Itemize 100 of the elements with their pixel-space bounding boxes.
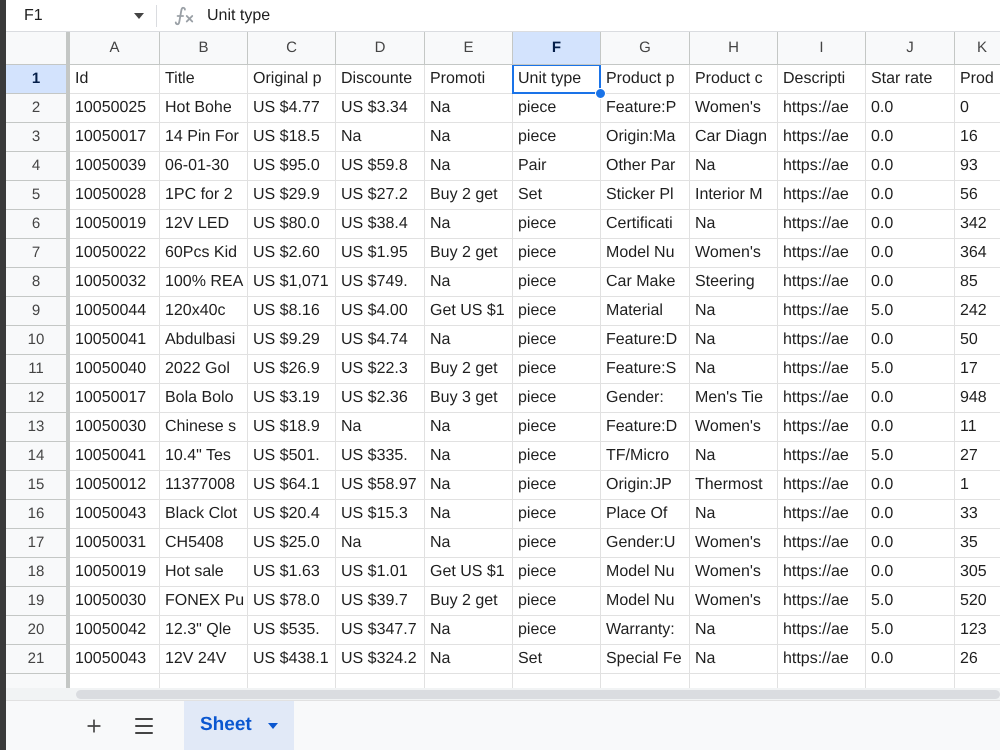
- column-header[interactable]: F: [513, 32, 601, 65]
- table-cell[interactable]: 10050043: [70, 645, 159, 673]
- table-cell[interactable]: Na: [690, 645, 777, 673]
- table-cell[interactable]: https://ae: [778, 123, 865, 151]
- table-cell[interactable]: https://ae: [778, 587, 865, 615]
- table-cell[interactable]: 35: [955, 529, 1000, 557]
- table-cell[interactable]: US $3.34: [336, 94, 424, 122]
- table-cell[interactable]: Na: [425, 268, 512, 296]
- row-header[interactable]: 18: [6, 558, 70, 587]
- table-cell[interactable]: piece: [513, 94, 600, 122]
- row-header[interactable]: 16: [6, 500, 70, 529]
- table-cell[interactable]: 0: [955, 94, 1000, 122]
- table-cell[interactable]: Na: [690, 297, 777, 325]
- table-cell[interactable]: Model Nu: [601, 239, 689, 267]
- table-cell[interactable]: Interior M: [690, 181, 777, 209]
- table-cell[interactable]: 0.0: [866, 471, 954, 499]
- row-header[interactable]: 6: [6, 210, 70, 239]
- table-cell[interactable]: US $1,071: [248, 268, 335, 296]
- table-cell[interactable]: 0.0: [866, 181, 954, 209]
- table-cell[interactable]: https://ae: [778, 239, 865, 267]
- table-cell[interactable]: piece: [513, 413, 600, 441]
- row-header[interactable]: 1: [6, 65, 70, 94]
- row-header[interactable]: 10: [6, 326, 70, 355]
- table-cell[interactable]: Women's: [690, 413, 777, 441]
- table-cell[interactable]: 10050042: [70, 616, 159, 644]
- table-cell[interactable]: 10.4" Tes: [160, 442, 247, 470]
- table-cell[interactable]: Feature:D: [601, 326, 689, 354]
- table-cell[interactable]: 10050017: [70, 123, 159, 151]
- table-cell[interactable]: piece: [513, 442, 600, 470]
- table-cell[interactable]: US $22.3: [336, 355, 424, 383]
- row-header[interactable]: 21: [6, 645, 70, 674]
- table-cell[interactable]: piece: [513, 210, 600, 238]
- table-cell[interactable]: 85: [955, 268, 1000, 296]
- table-cell[interactable]: piece: [513, 268, 600, 296]
- table-cell[interactable]: Na: [336, 413, 424, 441]
- table-cell[interactable]: Hot sale: [160, 558, 247, 586]
- table-cell[interactable]: US $3.19: [248, 384, 335, 412]
- table-cell[interactable]: 10050022: [70, 239, 159, 267]
- sheet-tab[interactable]: Sheet: [184, 701, 294, 750]
- table-cell[interactable]: 56: [955, 181, 1000, 209]
- table-cell[interactable]: US $38.4: [336, 210, 424, 238]
- table-cell[interactable]: Na: [425, 500, 512, 528]
- table-cell[interactable]: piece: [513, 529, 600, 557]
- table-cell[interactable]: 17: [955, 355, 1000, 383]
- table-cell[interactable]: 10050031: [70, 529, 159, 557]
- row-header[interactable]: 11: [6, 355, 70, 384]
- table-cell[interactable]: 100% REA: [160, 268, 247, 296]
- table-cell[interactable]: Promoti: [425, 65, 512, 93]
- table-cell[interactable]: Na: [425, 645, 512, 673]
- table-cell[interactable]: Chinese s: [160, 413, 247, 441]
- table-cell[interactable]: Other Par: [601, 152, 689, 180]
- table-cell[interactable]: US $4.00: [336, 297, 424, 325]
- table-cell[interactable]: US $335.: [336, 442, 424, 470]
- column-header[interactable]: I: [778, 32, 866, 65]
- table-cell[interactable]: 93: [955, 152, 1000, 180]
- table-cell[interactable]: 2022 Gol: [160, 355, 247, 383]
- table-cell[interactable]: Na: [425, 210, 512, 238]
- table-cell[interactable]: 5.0: [866, 297, 954, 325]
- table-cell[interactable]: Na: [425, 616, 512, 644]
- table-cell[interactable]: 242: [955, 297, 1000, 325]
- table-cell[interactable]: piece: [513, 587, 600, 615]
- table-cell[interactable]: 305: [955, 558, 1000, 586]
- table-cell[interactable]: Descripti: [778, 65, 865, 93]
- row-header[interactable]: 17: [6, 529, 70, 558]
- column-header[interactable]: K: [955, 32, 1000, 65]
- table-cell[interactable]: TF/Micro: [601, 442, 689, 470]
- table-cell[interactable]: Id: [70, 65, 159, 93]
- table-cell[interactable]: 50: [955, 326, 1000, 354]
- table-cell[interactable]: US $8.16: [248, 297, 335, 325]
- table-cell[interactable]: Sticker Pl: [601, 181, 689, 209]
- table-cell[interactable]: Gender:U: [601, 529, 689, 557]
- table-cell[interactable]: US $1.95: [336, 239, 424, 267]
- table-cell[interactable]: US $324.2: [336, 645, 424, 673]
- table-cell[interactable]: Buy 2 get: [425, 355, 512, 383]
- table-cell[interactable]: 0.0: [866, 123, 954, 151]
- table-cell[interactable]: US $59.8: [336, 152, 424, 180]
- table-cell[interactable]: 120x40c: [160, 297, 247, 325]
- table-cell[interactable]: Prod: [955, 65, 1000, 93]
- table-cell[interactable]: Abdulbasi: [160, 326, 247, 354]
- table-cell[interactable]: US $20.4: [248, 500, 335, 528]
- table-cell[interactable]: piece: [513, 297, 600, 325]
- table-cell[interactable]: US $78.0: [248, 587, 335, 615]
- table-cell[interactable]: 1PC for 2: [160, 181, 247, 209]
- table-cell[interactable]: Men's Tie: [690, 384, 777, 412]
- table-cell[interactable]: https://ae: [778, 471, 865, 499]
- table-cell[interactable]: 5.0: [866, 442, 954, 470]
- table-cell[interactable]: Car Make: [601, 268, 689, 296]
- table-cell[interactable]: Na: [690, 326, 777, 354]
- table-cell[interactable]: 5.0: [866, 355, 954, 383]
- table-cell[interactable]: US $347.7: [336, 616, 424, 644]
- table-cell[interactable]: https://ae: [778, 181, 865, 209]
- table-cell[interactable]: piece: [513, 355, 600, 383]
- column-header[interactable]: C: [248, 32, 336, 65]
- table-cell[interactable]: 0.0: [866, 645, 954, 673]
- table-cell[interactable]: https://ae: [778, 210, 865, 238]
- table-cell[interactable]: 12V LED: [160, 210, 247, 238]
- table-cell[interactable]: Hot Bohe: [160, 94, 247, 122]
- table-cell[interactable]: https://ae: [778, 355, 865, 383]
- table-cell[interactable]: Na: [425, 94, 512, 122]
- table-cell[interactable]: Get US $1: [425, 297, 512, 325]
